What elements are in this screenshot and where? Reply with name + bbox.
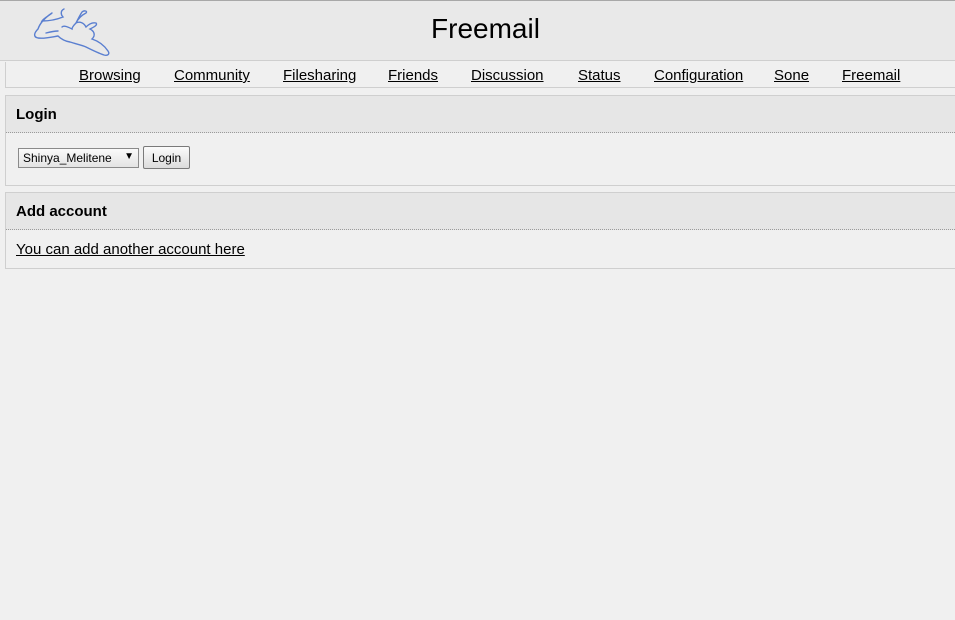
main-nav: Browsing Community Filesharing Friends D… <box>5 62 955 88</box>
login-button[interactable]: Login <box>143 146 190 169</box>
login-heading: Login <box>6 96 955 133</box>
nav-link-community[interactable]: Community <box>174 67 250 84</box>
account-select[interactable]: Shinya_Melitene ▼ <box>18 148 139 168</box>
nav-link-sone[interactable]: Sone <box>774 67 809 84</box>
add-account-panel: Add account You can add another account … <box>5 192 955 269</box>
nav-link-filesharing[interactable]: Filesharing <box>283 67 356 84</box>
freemail-page: Freemail Browsing Community Filesharing … <box>0 0 955 620</box>
nav-link-status[interactable]: Status <box>578 67 621 84</box>
nav-link-friends[interactable]: Friends <box>388 67 438 84</box>
add-account-link[interactable]: You can add another account here <box>16 241 245 258</box>
nav-link-configuration[interactable]: Configuration <box>654 67 743 84</box>
nav-link-browsing[interactable]: Browsing <box>79 67 141 84</box>
nav-link-discussion[interactable]: Discussion <box>471 67 544 84</box>
page-title: Freemail <box>431 13 540 44</box>
login-panel: Login Shinya_Melitene ▼ Login <box>5 95 955 186</box>
nav-link-freemail[interactable]: Freemail <box>842 67 900 84</box>
account-select-value: Shinya_Melitene <box>23 151 112 165</box>
site-header: Freemail <box>0 0 955 61</box>
dropdown-arrow-icon: ▼ <box>124 151 134 162</box>
add-account-heading: Add account <box>6 193 955 230</box>
